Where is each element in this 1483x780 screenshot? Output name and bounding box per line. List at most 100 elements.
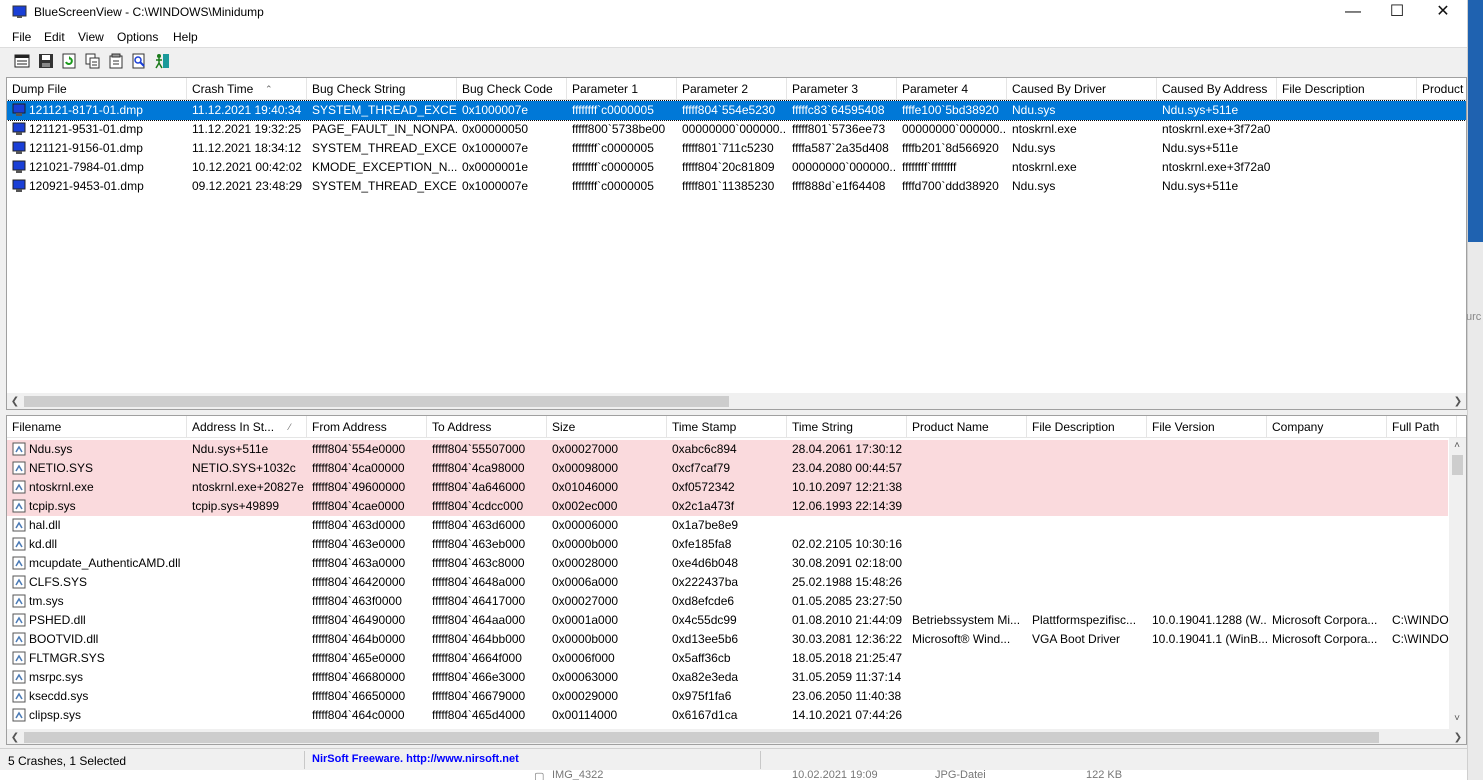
column-header-crash-time[interactable]: Crash Time [187,78,307,100]
column-header-file-description[interactable]: File Description [1277,78,1417,100]
cell-address-in-stack [187,554,307,573]
driver-row[interactable]: ntoskrnl.exe ntoskrnl.exe+20827e fffff804`… [7,478,1448,497]
cell-dump-file: 121121-9156-01.dmp [29,141,143,155]
cell-time-string: 01.05.2085 23:27:50 [792,594,903,608]
column-header-to-address[interactable]: To Address [427,416,547,438]
crash-list-hscroll-thumb[interactable] [24,396,729,407]
driver-row[interactable]: hal.dll fffff804`463d0000 fffff804`463d600… [7,516,1448,535]
column-header-file-version[interactable]: File Version [1147,416,1267,438]
driver-row[interactable]: BOOTVID.dll fffff804`464b0000 fffff804`464… [7,630,1449,649]
driver-list-hscroll-thumb[interactable] [24,732,1379,743]
column-header-full-path[interactable]: Full Path [1387,416,1457,438]
menu-options[interactable]: Options [117,30,158,44]
cell-address-in-stack [187,592,307,611]
driver-list-hscroll[interactable]: ❮ ❯ [7,729,1466,744]
menu-help[interactable]: Help [173,30,198,44]
scroll-down-arrow-icon[interactable]: ˅ [1450,711,1464,726]
column-header-caused-by-address[interactable]: Caused By Address [1157,78,1277,100]
cell-full-path [1387,516,1457,535]
maximize-button[interactable]: ☐ [1374,0,1420,26]
exit-icon[interactable] [154,53,170,69]
copy-icon[interactable] [85,53,101,69]
driver-row[interactable]: Ndu.sys Ndu.sys+511e fffff804`554e0000 ffff… [7,440,1448,459]
driver-row[interactable]: mcupdate_AuthenticAMD.dll fffff804`463a00… [7,554,1448,573]
cell-product-name [907,554,1027,573]
menu-file[interactable]: File [12,30,31,44]
column-header-size[interactable]: Size [547,416,667,438]
driver-row[interactable]: tcpip.sys tcpip.sys+49899 fffff804`4cae000… [7,497,1448,516]
column-header-bug-check-code[interactable]: Bug Check Code [457,78,567,100]
properties-icon[interactable] [108,53,124,69]
column-header-parameter-1[interactable]: Parameter 1 [567,78,677,100]
cell-dump-file: 121121-9531-01.dmp [29,122,143,136]
crash-list-hscroll[interactable]: ❮ ❯ [7,393,1466,409]
crash-list[interactable]: Dump File Crash Time Bug Check String Bug C… [6,77,1467,410]
cell-file-version [1147,440,1267,459]
column-header-product-name[interactable]: Product Name [907,416,1027,438]
crash-row[interactable]: 120921-9453-01.dmp 09.12.2021 23:48:29 SYS… [7,177,1466,196]
cell-parameter-2: fffff804`554e5230 [682,103,776,117]
cell-to-address: fffff804`46417000 [432,594,526,608]
crash-row[interactable]: 121121-8171-01.dmp 11.12.2021 19:40:34 SYS… [7,100,1466,121]
close-button[interactable]: ✕ [1420,0,1466,26]
cell-caused-by-address: Ndu.sys+511e [1162,141,1239,155]
cell-product-name [1417,177,1466,196]
column-header-company[interactable]: Company [1267,416,1387,438]
refresh-icon[interactable] [61,53,77,69]
column-header-filename[interactable]: Filename [7,416,187,438]
scroll-left-arrow-icon[interactable]: ❮ [8,394,22,409]
column-header-parameter-4[interactable]: Parameter 4 [897,78,1007,100]
column-header-caused-by-driver[interactable]: Caused By Driver [1007,78,1157,100]
cell-size: 0x0000b000 [552,537,619,551]
driver-row[interactable]: ksecdd.sys fffff804`46650000 fffff804`4667… [7,687,1448,706]
cell-product-name [1417,139,1466,158]
cell-file-description [1277,158,1417,177]
html-report-icon[interactable] [14,53,30,69]
driver-row[interactable]: CLFS.SYS fffff804`46420000 fffff804`4648a0… [7,573,1448,592]
driver-row[interactable]: FLTMGR.SYS fffff804`465e0000 fffff804`4664… [7,649,1448,668]
menu-edit[interactable]: Edit [44,30,65,44]
driver-row[interactable]: NETIO.SYS NETIO.SYS+1032c fffff804`4ca0000… [7,459,1448,478]
menu-view[interactable]: View [78,30,104,44]
column-header-dump-file[interactable]: Dump File [7,78,187,100]
cell-size: 0x00114000 [552,708,618,722]
driver-row[interactable]: msrpc.sys fffff804`46680000 fffff804`466e3… [7,668,1448,687]
driver-row[interactable]: PSHED.dll fffff804`46490000 fffff804`464aa… [7,611,1449,630]
column-header-time-stamp[interactable]: Time Stamp [667,416,787,438]
column-header-from-address[interactable]: From Address [307,416,427,438]
cell-product-name [907,459,1027,478]
cell-crash-time: 09.12.2021 23:48:29 [192,179,303,193]
driver-list-vscroll[interactable]: ˄ ˅ [1449,438,1466,729]
scroll-right-arrow-icon[interactable]: ❯ [1451,730,1465,744]
crash-row[interactable]: 121121-9156-01.dmp 11.12.2021 18:34:12 SYS… [7,139,1466,158]
app-icon [12,5,27,18]
column-header-bug-check-string[interactable]: Bug Check String [307,78,457,100]
cell-caused-by-address: Ndu.sys+511e [1162,103,1239,117]
column-header-file-description[interactable]: File Description [1027,416,1147,438]
column-header-time-string[interactable]: Time String [787,416,907,438]
driver-row[interactable]: kd.dll fffff804`463e0000 fffff804`463eb000… [7,535,1448,554]
cell-parameter-4: 00000000`000000... [902,122,1007,136]
find-icon[interactable] [131,53,147,69]
driver-list-vscroll-thumb[interactable] [1452,455,1463,475]
column-header-parameter-2[interactable]: Parameter 2 [677,78,787,100]
driver-row[interactable]: tm.sys fffff804`463f0000 fffff804`46417000… [7,592,1448,611]
save-icon[interactable] [38,53,54,69]
background-file-name: IMG_4322 [552,770,604,780]
scroll-up-arrow-icon[interactable]: ˄ [1450,438,1464,453]
scroll-right-arrow-icon[interactable]: ❯ [1451,394,1465,409]
scroll-left-arrow-icon[interactable]: ❮ [8,730,22,744]
cell-filename: hal.dll [29,518,61,532]
driver-row[interactable]: clipsp.sys fffff804`464c0000 fffff804`465d… [7,706,1448,725]
driver-list[interactable]: Filename Address In St... From Address To A… [6,415,1467,745]
cell-product-name [1417,158,1466,177]
cell-time-string: 14.10.2021 07:44:26 [792,708,903,722]
column-header-parameter-3[interactable]: Parameter 3 [787,78,897,100]
cell-parameter-3: fffffc83`64595408 [792,103,885,117]
minimize-button[interactable]: — [1330,0,1376,26]
nirsoft-link[interactable]: NirSoft Freeware. http://www.nirsoft.net [312,753,519,765]
cell-file-description [1027,687,1147,706]
crash-row[interactable]: 121021-7984-01.dmp 10.12.2021 00:42:02 KMO… [7,158,1466,177]
crash-row[interactable]: 121121-9531-01.dmp 11.12.2021 19:32:25 PAG… [7,120,1466,139]
column-header-product-name[interactable]: Product Name [1417,78,1466,100]
